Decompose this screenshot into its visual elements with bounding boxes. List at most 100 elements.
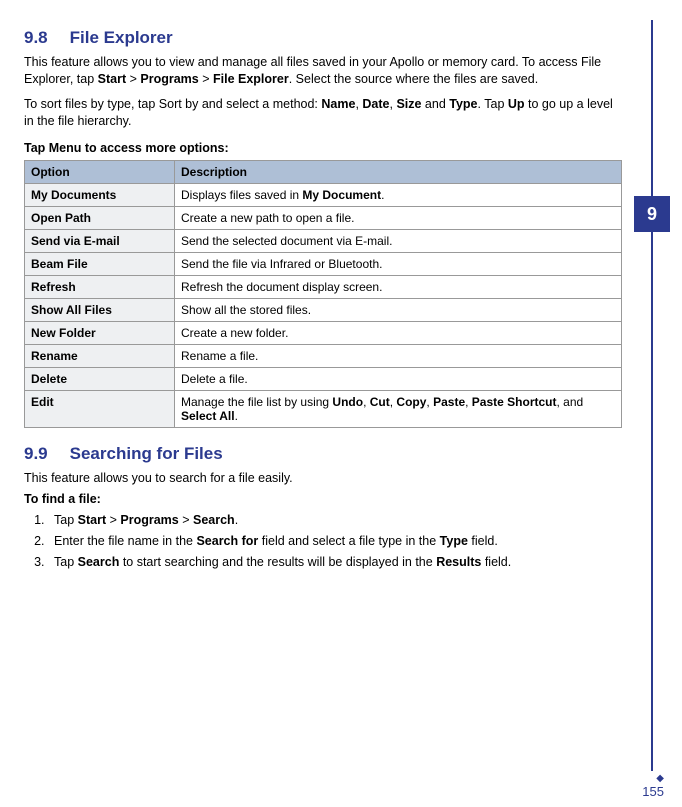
step-1: Tap Start > Programs > Search. xyxy=(48,512,622,529)
text-fragment: Cut xyxy=(370,395,390,409)
text-fragment: My Document xyxy=(302,188,381,202)
description-cell: Rename a file. xyxy=(175,345,622,368)
section-title: File Explorer xyxy=(70,28,173,47)
step-2: Enter the file name in the Search for fi… xyxy=(48,533,622,550)
text-fragment: Create a new path to open a file. xyxy=(181,211,354,225)
text-fragment: Rename a file. xyxy=(181,349,258,363)
up-label: Up xyxy=(508,97,525,111)
name-label: Name xyxy=(321,97,355,111)
type-label: Type xyxy=(440,534,468,548)
text-fragment: > xyxy=(179,513,193,527)
th-option: Option xyxy=(25,161,175,184)
text-fragment: , and xyxy=(556,395,583,409)
text-fragment: Send the selected document via E-mail. xyxy=(181,234,392,248)
text-fragment: Send the file via Infrared or Bluetooth. xyxy=(181,257,382,271)
text-fragment: Copy xyxy=(396,395,426,409)
table-row: Show All Files Show all the stored files. xyxy=(25,299,622,322)
text-fragment: Create a new folder. xyxy=(181,326,288,340)
description-cell: Delete a file. xyxy=(175,368,622,391)
table-row: EditManage the file list by using Undo, … xyxy=(25,391,622,428)
start-label: Start xyxy=(78,513,106,527)
text-fragment: Paste xyxy=(433,395,465,409)
table-row: DeleteDelete a file. xyxy=(25,368,622,391)
text-fragment: Paste Shortcut xyxy=(472,395,557,409)
option-cell: New Folder xyxy=(25,322,175,345)
th-description: Description xyxy=(175,161,622,184)
date-label: Date xyxy=(362,97,389,111)
text-fragment: > xyxy=(106,513,120,527)
text-fragment: and xyxy=(421,97,449,111)
description-cell: Create a new folder. xyxy=(175,322,622,345)
search-for-label: Search for xyxy=(196,534,258,548)
section-9-9-intro: This feature allows you to search for a … xyxy=(24,470,622,487)
description-cell: Send the file via Infrared or Bluetooth. xyxy=(175,253,622,276)
description-cell: Refresh the document display screen. xyxy=(175,276,622,299)
steps-list: Tap Start > Programs > Search. Enter the… xyxy=(24,512,622,571)
text-fragment: > xyxy=(199,72,213,86)
description-cell: Send the selected document via E-mail. xyxy=(175,230,622,253)
programs-label: Programs xyxy=(120,513,178,527)
search-label: Search xyxy=(78,555,120,569)
section-9-8-sort: To sort files by type, tap Sort by and s… xyxy=(24,96,622,130)
text-fragment: Tap xyxy=(54,513,78,527)
option-cell: Open Path xyxy=(25,207,175,230)
text-fragment: . xyxy=(235,513,238,527)
text-fragment: > xyxy=(126,72,140,86)
file-explorer-label: File Explorer xyxy=(213,72,289,86)
text-fragment: Show all the stored files. xyxy=(181,303,311,317)
section-heading-9-8: 9.8 File Explorer xyxy=(24,28,622,48)
option-cell: Delete xyxy=(25,368,175,391)
chapter-tab: 9 xyxy=(634,196,670,232)
option-cell: Refresh xyxy=(25,276,175,299)
to-find-file-heading: To find a file: xyxy=(24,491,622,508)
results-label: Results xyxy=(436,555,481,569)
option-cell: Edit xyxy=(25,391,175,428)
text-fragment: . Select the source where the files are … xyxy=(289,72,538,86)
option-cell: Rename xyxy=(25,345,175,368)
size-label: Size xyxy=(396,97,421,111)
text-fragment: Enter the file name in the xyxy=(54,534,196,548)
text-fragment: Refresh the document display screen. xyxy=(181,280,382,294)
text-fragment: Select All xyxy=(181,409,235,423)
text-fragment: Manage the file list by using xyxy=(181,395,332,409)
text-fragment: field and select a file type in the xyxy=(258,534,439,548)
text-fragment: , xyxy=(465,395,472,409)
description-cell: Displays files saved in My Document. xyxy=(175,184,622,207)
section-heading-9-9: 9.9 Searching for Files xyxy=(24,444,622,464)
option-cell: My Documents xyxy=(25,184,175,207)
section-title: Searching for Files xyxy=(70,444,223,463)
tap-menu-heading: Tap Menu to access more options: xyxy=(24,140,622,157)
text-fragment: Undo xyxy=(332,395,363,409)
type-label: Type xyxy=(449,97,477,111)
section-9-8-intro: This feature allows you to view and mana… xyxy=(24,54,622,88)
table-row: Open Path Create a new path to open a fil… xyxy=(25,207,622,230)
table-row: Rename Rename a file. xyxy=(25,345,622,368)
programs-label: Programs xyxy=(140,72,198,86)
text-fragment: field. xyxy=(468,534,498,548)
table-row: Send via E-mailSend the selected documen… xyxy=(25,230,622,253)
table-row: Beam FileSend the file via Infrared or B… xyxy=(25,253,622,276)
text-fragment: To sort files by type, tap Sort by and s… xyxy=(24,97,321,111)
section-number: 9.8 xyxy=(24,28,48,47)
search-label: Search xyxy=(193,513,235,527)
text-fragment: field. xyxy=(481,555,511,569)
page-footer: ◆ 155 xyxy=(642,769,664,799)
diamond-icon: ◆ xyxy=(656,773,664,784)
table-row: New Folder Create a new folder. xyxy=(25,322,622,345)
step-3: Tap Search to start searching and the re… xyxy=(48,554,622,571)
text-fragment: . xyxy=(381,188,384,202)
section-number: 9.9 xyxy=(24,444,48,463)
text-fragment: . xyxy=(235,409,238,423)
table-row: My DocumentsDisplays files saved in My D… xyxy=(25,184,622,207)
description-cell: Manage the file list by using Undo, Cut,… xyxy=(175,391,622,428)
start-label: Start xyxy=(98,72,126,86)
page-number: 155 xyxy=(642,784,664,799)
option-cell: Show All Files xyxy=(25,299,175,322)
description-cell: Show all the stored files. xyxy=(175,299,622,322)
table-row: Refresh Refresh the document display scre… xyxy=(25,276,622,299)
options-table: Option Description My DocumentsDisplays … xyxy=(24,160,622,428)
text-fragment: . Tap xyxy=(478,97,508,111)
text-fragment: to start searching and the results will … xyxy=(119,555,436,569)
side-border-line xyxy=(651,20,653,771)
description-cell: Create a new path to open a file. xyxy=(175,207,622,230)
